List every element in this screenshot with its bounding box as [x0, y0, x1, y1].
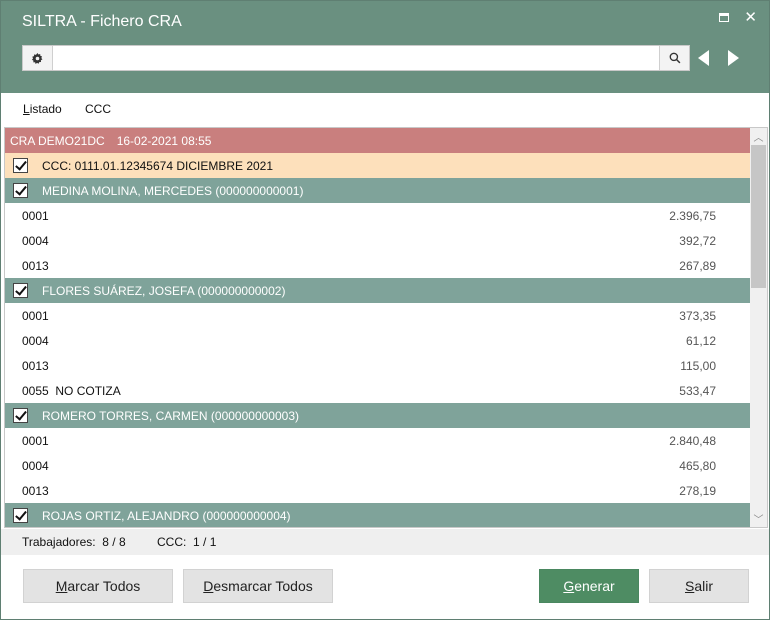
search-settings-button[interactable]: [23, 46, 53, 70]
exit-button[interactable]: Salir: [649, 569, 749, 603]
worker-row[interactable]: ROJAS ORTIZ, ALEJANDRO (000000000004): [5, 503, 750, 527]
worker-list-rows: CRA DEMO21DC 16-02-2021 08:55 CCC: 0111.…: [5, 128, 750, 527]
worker-name: ROMERO TORRES, CARMEN (000000000003): [42, 408, 299, 423]
tab-listado[interactable]: Listado: [23, 102, 62, 116]
item-amount: 533,47: [679, 383, 716, 398]
item-amount: 115,00: [680, 358, 716, 373]
file-header-row[interactable]: CRA DEMO21DC 16-02-2021 08:55: [5, 128, 750, 153]
item-amount: 2.840,48: [669, 433, 716, 448]
ccc-label: CCC: 0111.01.12345674 DICIEMBRE 2021: [42, 158, 274, 173]
select-all-button[interactable]: Marcar Todos: [23, 569, 173, 603]
workers-count-label: Trabajadores:: [22, 535, 96, 549]
item-amount: 267,89: [679, 258, 716, 273]
tab-ccc[interactable]: CCC: [85, 102, 111, 116]
item-amount: 61,12: [685, 333, 716, 348]
list-item[interactable]: 0013 278,19: [5, 478, 750, 503]
triangle-right-icon[interactable]: [728, 50, 739, 66]
worker-checkbox[interactable]: [13, 183, 28, 198]
tab-listado-accesskey: L: [23, 102, 30, 116]
list-item[interactable]: 0004 61,12: [5, 328, 750, 353]
close-icon[interactable]: ✕: [744, 10, 757, 26]
workers-count: Trabajadores: 8 / 8: [22, 535, 126, 549]
item-code: 0004: [22, 233, 49, 248]
item-code: 0013: [22, 358, 49, 373]
maximize-icon[interactable]: [719, 13, 729, 22]
status-bar: Trabajadores: 8 / 8 CCC: 1 / 1: [1, 529, 769, 555]
worker-row[interactable]: MEDINA MOLINA, MERCEDES (000000000001): [5, 178, 750, 203]
worker-name: MEDINA MOLINA, MERCEDES (000000000001): [42, 183, 304, 198]
item-code: 0013: [22, 258, 49, 273]
list-item[interactable]: 0055 NO COTIZA 533,47: [5, 378, 750, 403]
search-input[interactable]: [54, 46, 659, 70]
search-bar: [22, 45, 690, 71]
search-button[interactable]: [659, 46, 689, 70]
item-code: 0013: [22, 483, 49, 498]
siltra-window: SILTRA - Fichero CRA ✕ Listado CCC CRA D…: [0, 0, 770, 620]
item-code: 0001: [22, 433, 49, 448]
worker-name: ROJAS ORTIZ, ALEJANDRO (000000000004): [42, 508, 291, 523]
file-datetime: 16-02-2021 08:55: [116, 133, 212, 148]
list-item[interactable]: 0001 2.396,75: [5, 203, 750, 228]
item-amount: 392,72: [679, 233, 716, 248]
item-amount: 278,19: [679, 483, 716, 498]
ccc-count-value: 1 / 1: [193, 535, 217, 549]
list-item[interactable]: 0013 267,89: [5, 253, 750, 278]
worker-name: FLORES SUÁREZ, JOSEFA (000000000002): [42, 283, 286, 298]
view-tabs: Listado CCC: [1, 93, 769, 125]
worker-row[interactable]: FLORES SUÁREZ, JOSEFA (000000000002): [5, 278, 750, 303]
ccc-row[interactable]: CCC: 0111.01.12345674 DICIEMBRE 2021: [5, 153, 750, 178]
item-code: 0004: [22, 458, 49, 473]
ccc-count-label: CCC:: [157, 535, 187, 549]
gear-icon: [32, 52, 43, 64]
list-item[interactable]: 0004 465,80: [5, 453, 750, 478]
scroll-up-icon[interactable]: ︿: [750, 128, 767, 145]
action-bar: Marcar Todos Desmarcar Todos Generar Sal…: [1, 555, 769, 619]
item-code: 0001: [22, 208, 49, 223]
item-code: 0055 NO COTIZA: [22, 383, 121, 398]
list-scrollbar[interactable]: ︿ ﹀: [750, 128, 767, 527]
generate-button[interactable]: Generar: [539, 569, 639, 603]
item-amount: 373,35: [679, 308, 716, 323]
item-code: 0004: [22, 333, 49, 348]
worker-checkbox[interactable]: [13, 508, 28, 523]
list-item[interactable]: 0001 2.840,48: [5, 428, 750, 453]
ccc-count: CCC: 1 / 1: [157, 535, 216, 549]
worker-row[interactable]: ROMERO TORRES, CARMEN (000000000003): [5, 403, 750, 428]
list-item[interactable]: 0001 373,35: [5, 303, 750, 328]
file-name: CRA DEMO21DC: [10, 133, 105, 148]
item-code: 0001: [22, 308, 49, 323]
title-bar: SILTRA - Fichero CRA ✕: [1, 1, 769, 93]
triangle-left-icon[interactable]: [698, 50, 709, 66]
search-icon: [669, 52, 680, 64]
deselect-all-button[interactable]: Desmarcar Todos: [183, 569, 333, 603]
window-title: SILTRA - Fichero CRA: [22, 13, 182, 30]
worker-checkbox[interactable]: [13, 408, 28, 423]
list-item[interactable]: 0013 115,00: [5, 353, 750, 378]
scrollbar-thumb[interactable]: [751, 145, 766, 288]
item-amount: 2.396,75: [669, 208, 716, 223]
scroll-down-icon[interactable]: ﹀: [750, 510, 767, 527]
workers-count-value: 8 / 8: [102, 535, 126, 549]
ccc-checkbox[interactable]: [13, 158, 28, 173]
worker-list[interactable]: CRA DEMO21DC 16-02-2021 08:55 CCC: 0111.…: [4, 127, 768, 528]
tab-listado-label: istado: [29, 102, 62, 116]
item-amount: 465,80: [679, 458, 716, 473]
worker-checkbox[interactable]: [13, 283, 28, 298]
list-item[interactable]: 0004 392,72: [5, 228, 750, 253]
